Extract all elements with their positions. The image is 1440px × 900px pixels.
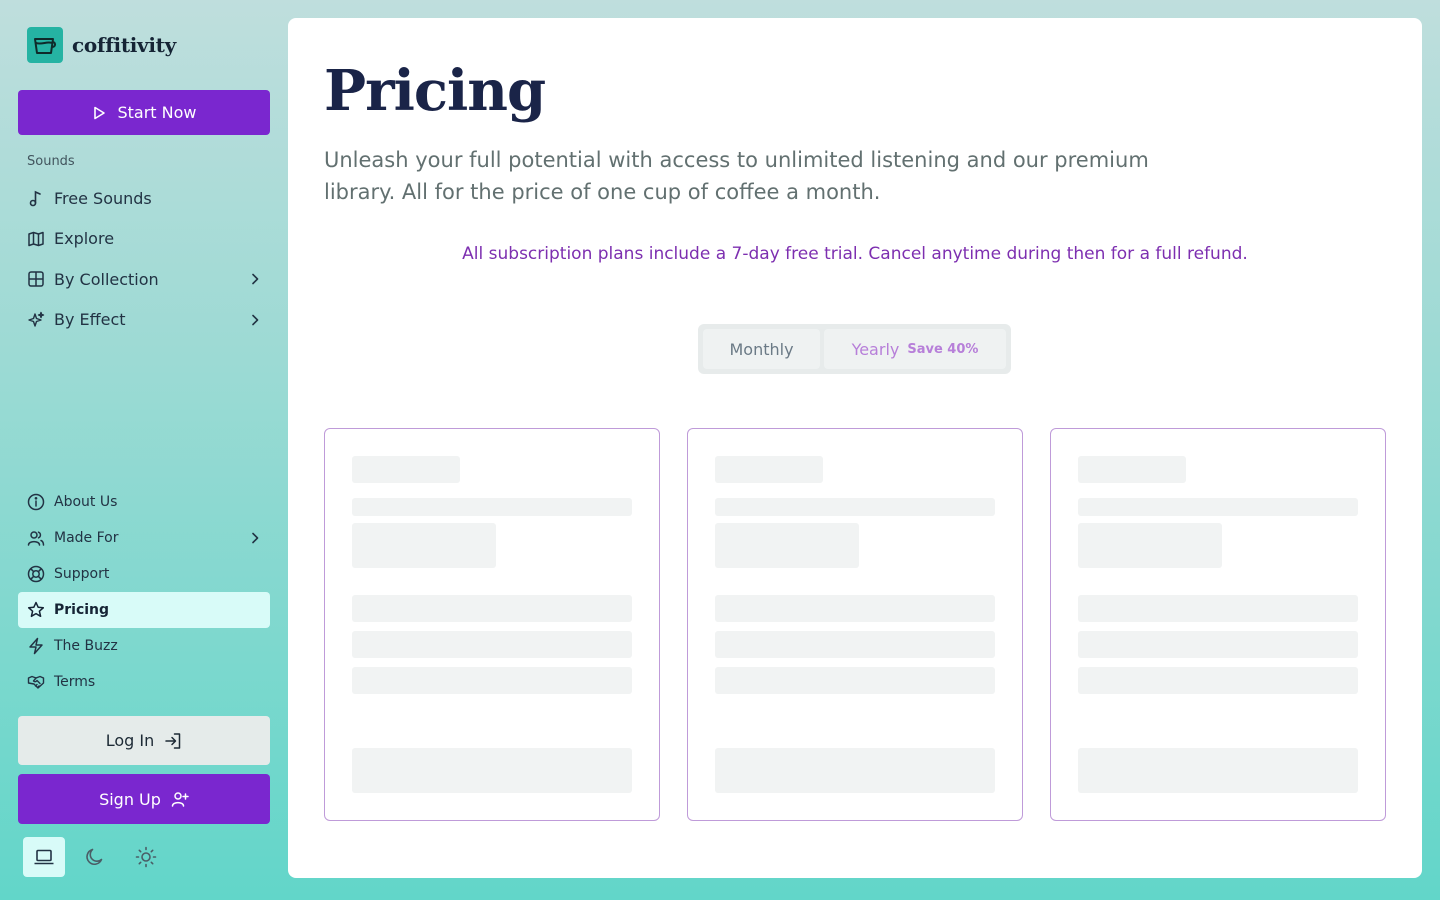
nav-free-sounds[interactable]: Free Sounds (18, 178, 270, 219)
skeleton-plan-name (715, 456, 823, 483)
info-nav: About Us Made For Support Pricing The Bu… (18, 484, 270, 700)
bolt-icon (27, 637, 45, 655)
grid-icon (27, 270, 45, 288)
laptop-icon (34, 849, 54, 865)
monthly-label: Monthly (729, 339, 794, 359)
play-icon (94, 106, 106, 119)
nav-label: The Buzz (54, 638, 118, 654)
nav-support[interactable]: Support (18, 556, 270, 592)
info-icon (27, 493, 45, 511)
plan-card-skeleton (687, 428, 1023, 821)
yearly-option[interactable]: Yearly Save 40% (824, 329, 1006, 369)
nav-the-buzz[interactable]: The Buzz (18, 628, 270, 664)
skeleton-plan-price (352, 523, 496, 568)
skeleton-feature (352, 667, 632, 694)
skeleton-plan-price (715, 523, 859, 568)
chevron-right-icon (252, 273, 259, 285)
skeleton-feature (1078, 667, 1358, 694)
yearly-save-badge: Save 40% (907, 341, 979, 357)
theme-light-button[interactable] (125, 837, 167, 877)
sign-up-label: Sign Up (99, 789, 161, 809)
nav-label: Free Sounds (54, 188, 152, 208)
billing-period-toggle: Monthly Yearly Save 40% (698, 324, 1011, 374)
user-plus-icon (171, 792, 189, 807)
skeleton-cta-button (1078, 748, 1358, 793)
nav-pricing[interactable]: Pricing (18, 592, 270, 628)
skeleton-plan-price (1078, 523, 1222, 568)
sidebar: coffitivity Start Now Sounds Free Sounds… (0, 0, 288, 900)
nav-label: Explore (54, 229, 115, 249)
page-title: Pricing (324, 58, 546, 124)
theme-switcher (23, 837, 176, 877)
skeleton-plan-desc (352, 498, 632, 516)
sounds-nav: Free Sounds Explore By Collection By Eff… (18, 178, 270, 340)
skeleton-cta-button (352, 748, 632, 793)
skeleton-cta-button (715, 748, 995, 793)
nav-label: About Us (54, 494, 118, 510)
monthly-option[interactable]: Monthly (703, 329, 820, 369)
skeleton-feature (1078, 595, 1358, 622)
star-icon (27, 601, 45, 619)
skeleton-feature (715, 667, 995, 694)
nav-label: By Effect (54, 310, 126, 330)
log-in-button[interactable]: Log In (18, 716, 270, 765)
sparkles-icon (27, 311, 45, 329)
start-now-label: Start Now (117, 103, 197, 122)
skeleton-feature (352, 595, 632, 622)
nav-label: Pricing (54, 602, 110, 618)
nav-terms[interactable]: Terms (18, 664, 270, 700)
users-icon (27, 529, 45, 547)
skeleton-plan-desc (1078, 498, 1358, 516)
map-icon (27, 230, 45, 248)
plan-card-skeleton (1050, 428, 1386, 821)
log-in-label: Log In (105, 731, 155, 750)
trial-note: All subscription plans include a 7-day f… (462, 244, 1248, 264)
brand-link[interactable]: coffitivity (27, 27, 176, 63)
skeleton-feature (715, 631, 995, 658)
main-panel: Pricing Unleash your full potential with… (288, 18, 1422, 878)
log-in-icon (165, 732, 181, 749)
skeleton-feature (715, 595, 995, 622)
sounds-section-label: Sounds (27, 154, 75, 169)
nav-label: Terms (54, 674, 96, 690)
nav-about-us[interactable]: About Us (18, 484, 270, 520)
brand-name: coffitivity (72, 33, 176, 57)
skeleton-plan-name (1078, 456, 1186, 483)
skeleton-plan-name (352, 456, 460, 483)
skeleton-plan-desc (715, 498, 995, 516)
start-now-button[interactable]: Start Now (18, 90, 270, 135)
nav-by-collection[interactable]: By Collection (18, 259, 270, 300)
sun-icon (135, 846, 157, 868)
theme-system-button[interactable] (23, 837, 65, 877)
moon-icon (86, 848, 103, 866)
coffee-cup-icon (27, 27, 63, 63)
nav-label: Support (54, 566, 110, 582)
nav-label: By Collection (54, 269, 159, 289)
chevron-right-icon (252, 532, 259, 544)
plan-card-skeleton (324, 428, 660, 821)
music-note-icon (27, 189, 45, 207)
yearly-label: Yearly (851, 339, 900, 359)
pricing-intro: Unleash your full potential with access … (324, 148, 1149, 204)
nav-by-effect[interactable]: By Effect (18, 300, 270, 341)
nav-made-for[interactable]: Made For (18, 520, 270, 556)
nav-label: Made For (54, 530, 119, 546)
sign-up-button[interactable]: Sign Up (18, 774, 270, 824)
skeleton-feature (1078, 631, 1358, 658)
theme-dark-button[interactable] (74, 837, 116, 877)
skeleton-feature (352, 631, 632, 658)
handshake-icon (27, 673, 45, 691)
nav-explore[interactable]: Explore (18, 219, 270, 260)
chevron-right-icon (252, 314, 259, 326)
lifebuoy-icon (27, 565, 45, 583)
